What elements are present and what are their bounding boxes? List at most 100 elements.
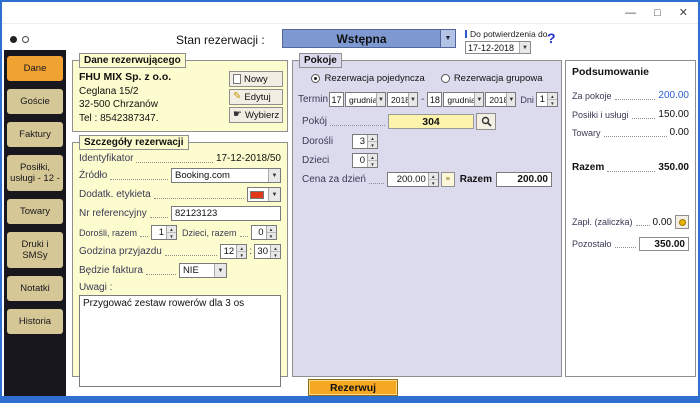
arrival-minute-stepper[interactable]: 30 ▲▼ xyxy=(254,244,281,259)
end-year-select[interactable]: 2018 ▼ xyxy=(485,92,516,107)
edit-icon: ✎ xyxy=(233,92,241,102)
room-adults-stepper[interactable]: 3 ▲▼ xyxy=(352,134,378,149)
arrival-colon: : xyxy=(249,246,252,257)
spinner-down-icon[interactable]: ▼ xyxy=(167,233,176,239)
group-reservation-option[interactable]: Rezerwacja grupowa xyxy=(441,73,543,84)
invoice-select[interactable]: NIE ▼ xyxy=(179,263,227,278)
spinner-up-icon[interactable]: ▲ xyxy=(368,154,377,161)
maximize-icon[interactable]: □ xyxy=(654,7,661,19)
reference-label: Nr referencyjny xyxy=(79,208,147,219)
children-total-stepper[interactable]: 0 ▲▼ xyxy=(251,225,277,240)
dotted-leader xyxy=(150,210,168,218)
spinner-down-icon[interactable]: ▼ xyxy=(368,161,377,167)
room-adults-label: Dorośli xyxy=(302,136,352,147)
spinner-up-icon[interactable]: ▲ xyxy=(429,173,438,180)
start-year-value: 2018 xyxy=(388,93,408,106)
choose-button[interactable]: ☛ Wybierz xyxy=(229,107,283,123)
summary-goods-row: Towary 0.00 xyxy=(572,127,689,138)
summary-remaining-label: Pozostało xyxy=(572,239,612,249)
source-select[interactable]: Booking.com ▼ xyxy=(171,168,281,183)
edit-button-label: Edytuj xyxy=(244,92,270,103)
end-month-value: grudnia xyxy=(444,93,474,106)
adults-total-stepper[interactable]: 1 ▲▼ xyxy=(151,225,177,240)
room-adults-value: 3 xyxy=(353,135,367,148)
spinner-up-icon[interactable]: ▲ xyxy=(368,135,377,142)
spinner-down-icon[interactable]: ▼ xyxy=(429,180,438,186)
sidebar-item-dane[interactable]: Dane xyxy=(7,56,63,81)
adults-total-label: Dorośli, razem xyxy=(79,228,137,238)
help-icon[interactable]: ? xyxy=(547,30,556,46)
price-stepper[interactable]: 200.00 ▲▼ xyxy=(387,172,439,187)
start-day-field[interactable]: 17 xyxy=(329,92,344,107)
calendar-icon[interactable] xyxy=(465,30,467,38)
reference-input[interactable] xyxy=(171,206,281,221)
room-number-field[interactable]: 304 xyxy=(388,114,474,129)
minimize-icon[interactable]: — xyxy=(625,7,636,19)
sidebar: Dane Goście Faktury Posiłki, usługi - 12… xyxy=(4,50,66,396)
arrival-hour-value: 12 xyxy=(221,245,236,258)
color-label-select[interactable]: ▼ xyxy=(247,187,281,202)
dotted-leader xyxy=(154,191,244,199)
new-button[interactable]: Nowy xyxy=(229,71,283,87)
notes-textarea[interactable]: Przygować zestaw rowerów dla 3 os xyxy=(79,295,281,387)
booker-panel-title: Dane rezerwującego xyxy=(79,53,186,68)
status-select[interactable]: Wstępna ▼ xyxy=(282,29,456,48)
end-day-field[interactable]: 18 xyxy=(427,92,442,107)
summary-rooms-label: Za pokoje xyxy=(572,91,612,101)
start-month-select[interactable]: grudnia ▼ xyxy=(345,92,386,107)
room-children-row: Dzieci 0 ▲▼ xyxy=(302,153,552,168)
dotted-leader xyxy=(146,267,176,275)
room-total-label: Razem xyxy=(460,174,492,185)
room-search-button[interactable] xyxy=(476,113,496,130)
radio-unselected-icon[interactable] xyxy=(441,74,450,83)
spinner-up-icon[interactable]: ▲ xyxy=(271,245,280,252)
coin-icon xyxy=(679,219,686,226)
price-options-button[interactable]: ≡ xyxy=(441,172,455,187)
totals-row: Dorośli, razem 1 ▲▼ Dzieci, razem 0 ▲▼ xyxy=(79,225,281,240)
invoice-label: Będzie faktura xyxy=(79,265,143,276)
arrival-hour-stepper[interactable]: 12 ▲▼ xyxy=(220,244,247,259)
dotted-leader xyxy=(240,229,248,237)
spinner-down-icon[interactable]: ▼ xyxy=(271,252,280,258)
sidebar-item-druki-smsy[interactable]: Druki i SMSy xyxy=(7,232,63,268)
reserve-button[interactable]: Rezerwuj xyxy=(308,379,398,396)
room-children-stepper[interactable]: 0 ▲▼ xyxy=(352,153,378,168)
new-button-label: Nowy xyxy=(244,74,268,85)
deposit-button[interactable] xyxy=(675,215,689,229)
sidebar-item-posilki-uslugi[interactable]: Posiłki, usługi - 12 - xyxy=(7,155,63,191)
summary-total-label: Razem xyxy=(572,162,604,173)
sidebar-item-historia[interactable]: Historia xyxy=(7,309,63,334)
invoice-value: NIE xyxy=(180,264,214,277)
sidebar-item-notatki[interactable]: Notatki xyxy=(7,276,63,301)
indicator-radio-unselected[interactable] xyxy=(22,36,29,43)
dotted-leader xyxy=(165,248,217,256)
spinner-up-icon[interactable]: ▲ xyxy=(167,226,176,233)
start-year-select[interactable]: 2018 ▼ xyxy=(387,92,418,107)
spinner-down-icon[interactable]: ▼ xyxy=(548,100,557,106)
confirm-date-select[interactable]: 17-12-2018 ▼ xyxy=(465,41,531,54)
color-swatch-wrap xyxy=(248,188,268,201)
close-icon[interactable]: ✕ xyxy=(679,6,688,19)
indicator-radio-selected[interactable] xyxy=(10,36,17,43)
sidebar-item-towary[interactable]: Towary xyxy=(7,199,63,224)
spinner-down-icon[interactable]: ▼ xyxy=(267,233,276,239)
booker-buttons: Nowy ✎ Edytuj ☛ Wybierz xyxy=(229,71,283,125)
spinner-down-icon[interactable]: ▼ xyxy=(368,142,377,148)
sidebar-item-goscie[interactable]: Goście xyxy=(7,89,63,114)
radio-selected-icon[interactable] xyxy=(311,74,320,83)
choose-button-label: Wybierz xyxy=(245,110,279,121)
dotted-leader xyxy=(369,176,384,184)
spinner-up-icon[interactable]: ▲ xyxy=(548,93,557,100)
spinner-up-icon[interactable]: ▲ xyxy=(267,226,276,233)
days-stepper[interactable]: 1 ▲▼ xyxy=(536,92,558,107)
edit-button[interactable]: ✎ Edytuj xyxy=(229,89,283,105)
rooms-panel-title: Pokoje xyxy=(299,53,342,68)
sidebar-item-faktury[interactable]: Faktury xyxy=(7,122,63,147)
stepper-buttons: ▲▼ xyxy=(547,93,557,106)
end-month-select[interactable]: grudnia ▼ xyxy=(443,92,484,107)
single-reservation-option[interactable]: Rezerwacja pojedyncza xyxy=(311,73,424,84)
spinner-down-icon[interactable]: ▼ xyxy=(237,252,246,258)
spinner-up-icon[interactable]: ▲ xyxy=(237,245,246,252)
dotted-leader xyxy=(615,92,656,100)
summary-total-value: 350.00 xyxy=(658,162,689,173)
